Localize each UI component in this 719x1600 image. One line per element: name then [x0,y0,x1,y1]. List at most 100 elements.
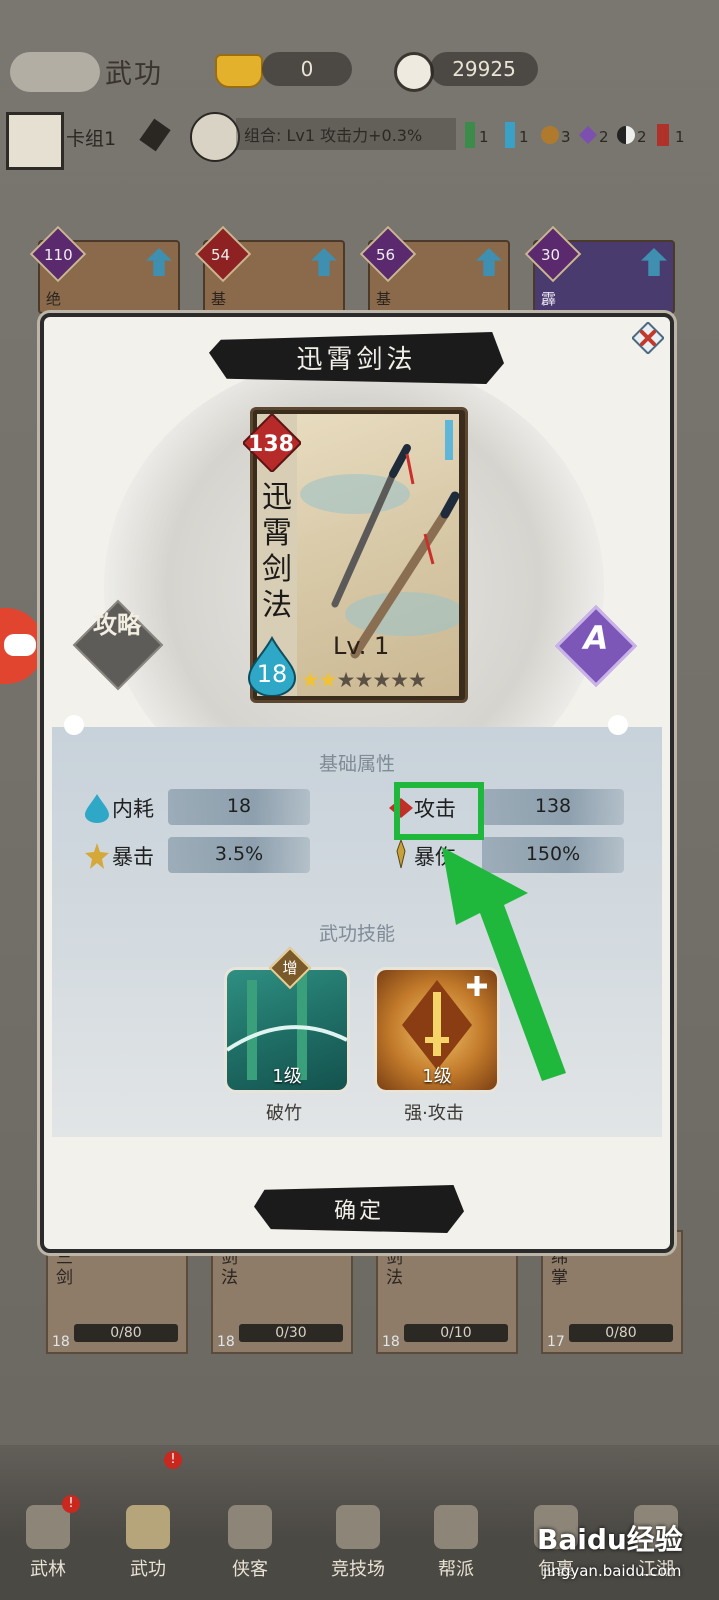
annotation-arrow-icon [442,847,566,1081]
card-progress: 0/80 [74,1324,178,1342]
purple-burst-icon [579,126,597,144]
card-cost: 18 [52,1334,70,1350]
background-card[interactable]: 56 基 [359,225,510,314]
screen-title: 武功 [105,59,163,90]
skill-card[interactable]: 迅霄剑法 138 18 Lv. 1 ★★★★★★★ [243,407,468,703]
green-sword-icon [465,122,475,148]
star-empty-icon: ★ [354,668,373,692]
close-icon[interactable] [632,322,664,354]
nav-guild[interactable]: 帮派 [416,1505,496,1581]
card-label: 剑法 [386,1248,403,1288]
star-empty-icon: ★ [390,668,409,692]
card-level-number: 110 [44,246,73,264]
confirm-label[interactable]: 确定 [254,1193,464,1225]
card-label: 绝 [46,290,62,308]
upgrade-arrow-icon [146,248,172,276]
deck-name[interactable]: 卡组1 [66,124,116,151]
deck-icon[interactable] [6,112,64,170]
nav-label: 帮派 [438,1559,474,1580]
card-label: 基 [211,290,227,308]
count-yinyang: 2 [637,128,647,146]
upgrade-arrow-icon [641,248,667,276]
count-green-sword: 1 [479,128,489,146]
card-label: 三剑 [56,1248,73,1288]
card-label: 剑法 [221,1248,238,1288]
nav-arena[interactable]: 竞技场 [318,1505,398,1581]
count-fist: 3 [561,128,571,146]
nav-label: 武林 [30,1559,66,1580]
baidu-watermark: Baidu经验 jingyan.baidu.com [537,1500,717,1596]
card-label: 绵掌 [551,1248,568,1288]
swords-lock-icon [336,1505,380,1549]
buff-badge-text: 增 [282,959,298,977]
card-level-number: 54 [211,246,231,264]
water-drop-icon [85,794,109,823]
card-stars: ★★★★★★★ [301,668,427,692]
card-level-number: 30 [541,246,561,264]
deck-bar: 卡组1 组合: Lv1 攻击力+0.3% 1 1 3 2 2 1 [0,108,719,170]
notification-dot: ! [164,1451,182,1469]
card-label: 基 [376,290,392,308]
watermark-brand: Baidu经验 [537,1523,683,1556]
star-filled-icon: ★ [318,668,338,692]
background-card[interactable]: 54 基 [194,225,345,314]
card-progress: 0/80 [569,1324,673,1342]
nav-wugong[interactable]: 武功 [108,1505,188,1581]
crossed-swords-icon [190,112,240,162]
skill-name: 强·攻击 [404,1103,464,1124]
upgrade-arrow-icon [476,248,502,276]
top-bar: 武功 0 29925 [0,30,719,110]
star-filled-icon: ★ [301,668,320,692]
nav-label: 武功 [130,1559,166,1580]
card-cost: 18 [217,1334,235,1350]
pagoda-icon [26,1505,70,1549]
nav-wulin[interactable]: 武林 [8,1505,88,1581]
blue-sword-icon [505,122,515,148]
red-flame-icon [657,124,669,146]
nav-xiake[interactable]: 侠客 [210,1505,290,1581]
edit-pencil-icon[interactable] [139,118,171,152]
gold-ingot-icon [215,54,263,88]
background-card[interactable]: 30 霹 [524,225,675,314]
scroll-icon [126,1505,170,1549]
card-cost: 18 [382,1334,400,1350]
card-level: Lv. 1 [333,632,390,660]
star-empty-icon: ★ [336,668,356,692]
card-cost: 17 [547,1334,565,1350]
card-name: 迅霄剑法 [262,480,292,623]
background-card[interactable]: 110 绝 [29,225,180,314]
cloud-decor [10,52,100,92]
gold-amount: 0 [262,52,352,86]
guide-label[interactable]: 攻略 [92,609,142,641]
element-counts: 1 1 3 2 2 1 [465,122,715,152]
skill-name: 破竹 [266,1103,302,1124]
upgrade-arrow-icon [311,248,337,276]
highlight-box [394,782,484,840]
notification-dot: ! [62,1495,80,1513]
crit-damage-icon [396,839,406,869]
rank-letter: A [583,619,609,657]
stat-value-crit: 3.5% [214,843,264,865]
card-label: 霹 [541,290,557,308]
fist-icon [541,126,559,144]
stat-label-crit: 暴击 [112,845,154,869]
coin-amount: 29925 [430,52,538,86]
card-power: 138 [248,432,294,457]
count-purple: 2 [599,128,609,146]
combo-text: 组合: Lv1 攻击力+0.3% [244,126,423,145]
card-progress: 0/30 [239,1324,343,1342]
nav-label: 侠客 [232,1559,268,1580]
skill-detail-dialog: 迅霄剑法 迅霄剑法 138 18 Lv. 1 ★★★★★★★ 攻略 A 基础属性… [40,313,674,1253]
card-progress: 0/10 [404,1324,508,1342]
panel-orb [64,715,84,735]
crit-burst-icon [85,843,109,869]
hat-lock-icon [228,1505,272,1549]
count-red: 1 [675,128,685,146]
star-empty-icon: ★ [407,668,427,692]
star-empty-icon: ★ [372,668,391,692]
yin-yang-icon [617,126,635,144]
stat-value-neihao: 18 [226,795,252,817]
coin-icon [394,52,434,92]
watermark-url: jingyan.baidu.com [543,1562,682,1580]
stat-label-neihao: 内耗 [112,797,154,821]
